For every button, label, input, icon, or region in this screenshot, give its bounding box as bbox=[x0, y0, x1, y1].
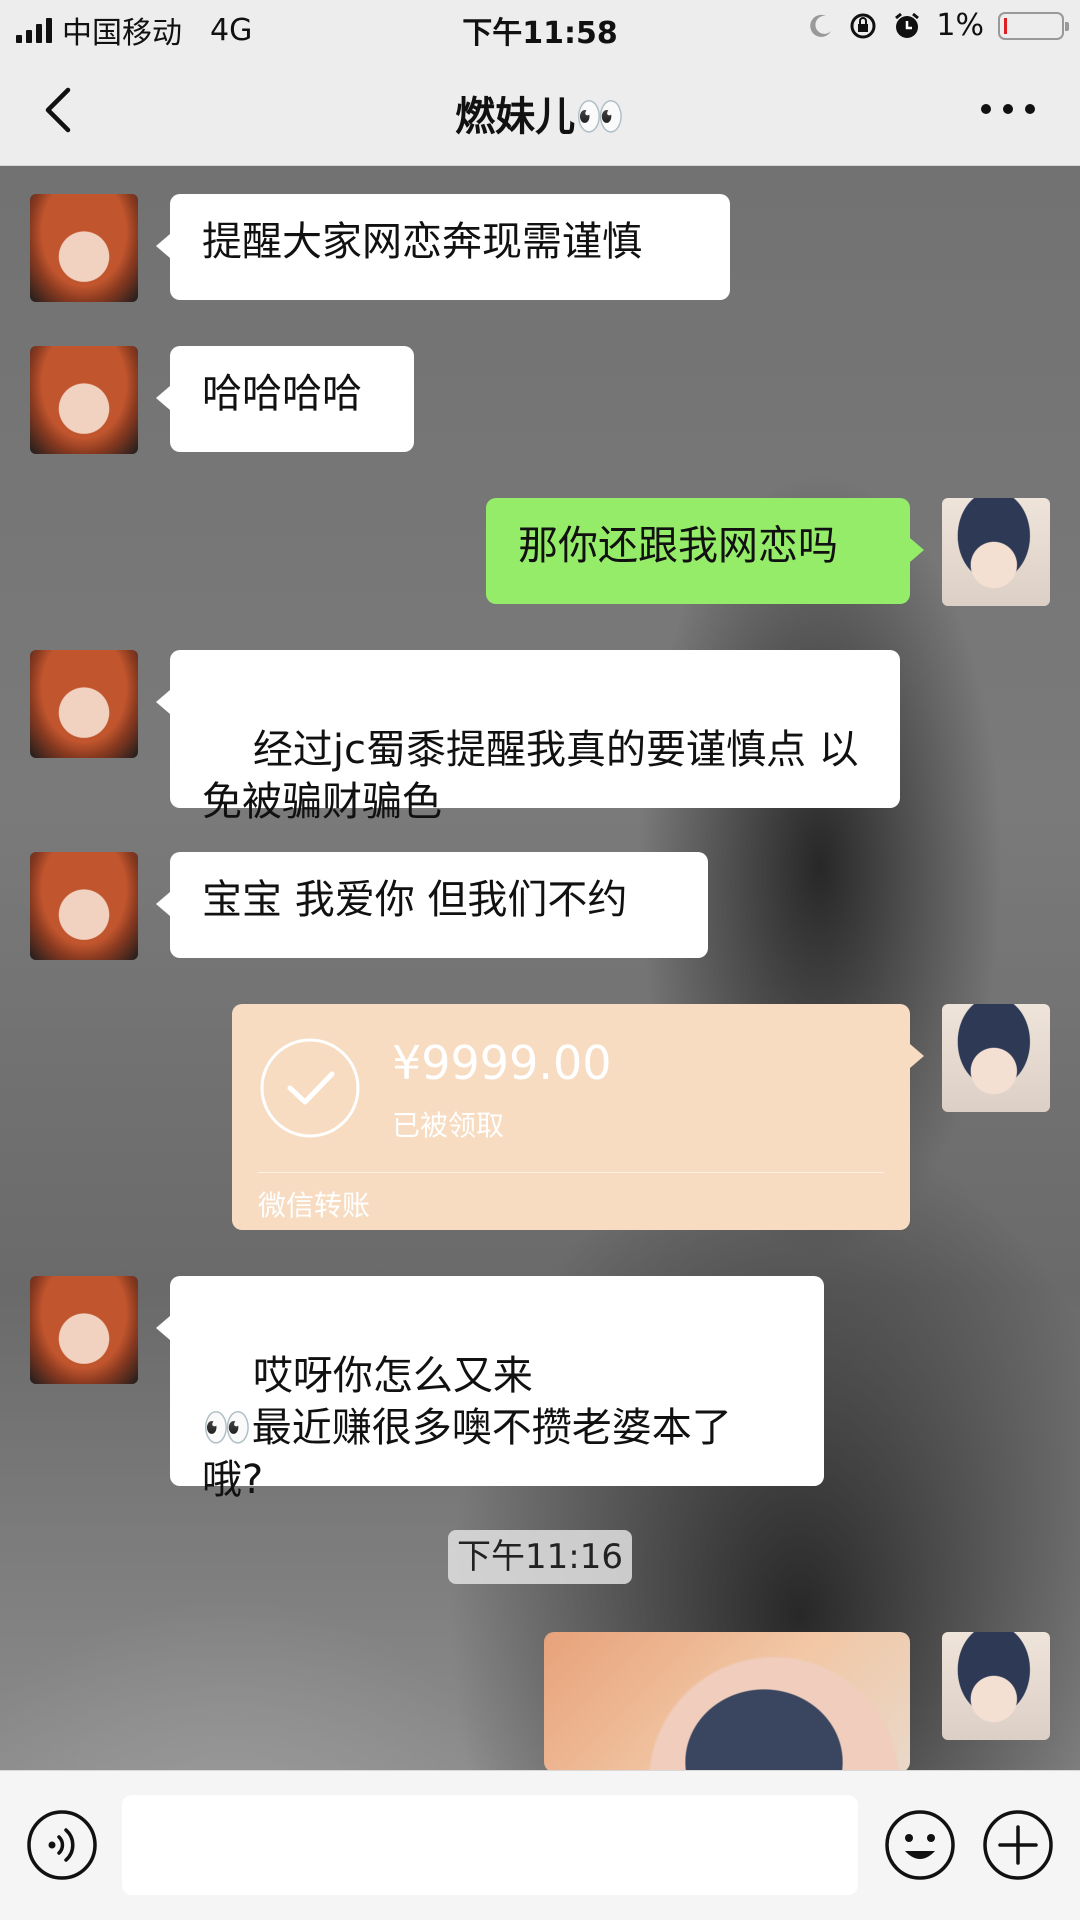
message-text: 宝宝 我爱你 但我们不约 bbox=[202, 877, 628, 923]
battery-percent: 1% bbox=[936, 8, 984, 43]
message-text: 哎呀你怎么又来 👀最近赚很多噢不攒老婆本了哦? bbox=[202, 1353, 732, 1503]
message-input[interactable] bbox=[122, 1795, 858, 1895]
chat-area[interactable]: 提醒大家网恋奔现需谨慎 哈哈哈哈 那你还跟我网恋吗 经过jc蜀黍提醒我真的要谨慎… bbox=[0, 166, 1080, 1770]
voice-icon[interactable] bbox=[26, 1809, 98, 1881]
message-text: 经过jc蜀黍提醒我真的要谨慎点 以免被骗财骗色 bbox=[202, 727, 859, 825]
contact-avatar[interactable] bbox=[30, 650, 138, 758]
moon-icon bbox=[810, 14, 832, 37]
emoji-icon[interactable] bbox=[884, 1809, 956, 1881]
incoming-message[interactable]: 宝宝 我爱你 但我们不约 bbox=[156, 852, 708, 958]
plus-icon[interactable] bbox=[982, 1809, 1054, 1881]
message-text: 哈哈哈哈 bbox=[202, 371, 362, 417]
incoming-message[interactable]: 经过jc蜀黍提醒我真的要谨慎点 以免被骗财骗色 bbox=[156, 650, 900, 825]
transfer-amount: ¥9999.00 bbox=[392, 1036, 612, 1090]
outgoing-message[interactable]: 那你还跟我网恋吗 bbox=[486, 498, 924, 604]
status-bar: 中国移动 4G 下午11:58 1% bbox=[0, 0, 1080, 54]
battery-icon bbox=[998, 11, 1069, 40]
alarm-icon bbox=[895, 12, 920, 38]
transfer-label: 微信转账 bbox=[258, 1189, 371, 1222]
transfer-card[interactable]: ¥9999.00 已被领取 微信转账 bbox=[232, 1004, 924, 1230]
image-message[interactable] bbox=[544, 1632, 910, 1770]
my-avatar[interactable] bbox=[942, 1632, 1050, 1740]
rotation-lock-icon bbox=[850, 13, 876, 38]
status-right: 1% bbox=[808, 8, 1069, 43]
transfer-status: 已被领取 bbox=[392, 1109, 505, 1142]
contact-avatar[interactable] bbox=[30, 1276, 138, 1384]
check-circle-icon bbox=[260, 1038, 360, 1138]
my-avatar[interactable] bbox=[942, 498, 1050, 606]
transfer-divider bbox=[258, 1172, 884, 1173]
incoming-message[interactable]: 哎呀你怎么又来 👀最近赚很多噢不攒老婆本了哦? bbox=[156, 1276, 824, 1503]
incoming-message[interactable]: 提醒大家网恋奔现需谨慎 bbox=[156, 194, 730, 300]
input-bar bbox=[0, 1770, 1080, 1920]
message-text: 提醒大家网恋奔现需谨慎 bbox=[202, 219, 642, 265]
my-avatar[interactable] bbox=[942, 1004, 1050, 1112]
contact-avatar[interactable] bbox=[30, 346, 138, 454]
chat-title: 燃妹儿👀 bbox=[455, 94, 625, 140]
contact-avatar[interactable] bbox=[30, 194, 138, 302]
more-dots-icon[interactable] bbox=[976, 84, 1040, 134]
message-text: 那你还跟我网恋吗 bbox=[518, 523, 838, 569]
incoming-message[interactable]: 哈哈哈哈 bbox=[156, 346, 414, 452]
nav-bar: 燃妹儿👀 bbox=[0, 54, 1080, 166]
time-divider: 下午11:16 bbox=[448, 1530, 632, 1584]
contact-avatar[interactable] bbox=[30, 852, 138, 960]
